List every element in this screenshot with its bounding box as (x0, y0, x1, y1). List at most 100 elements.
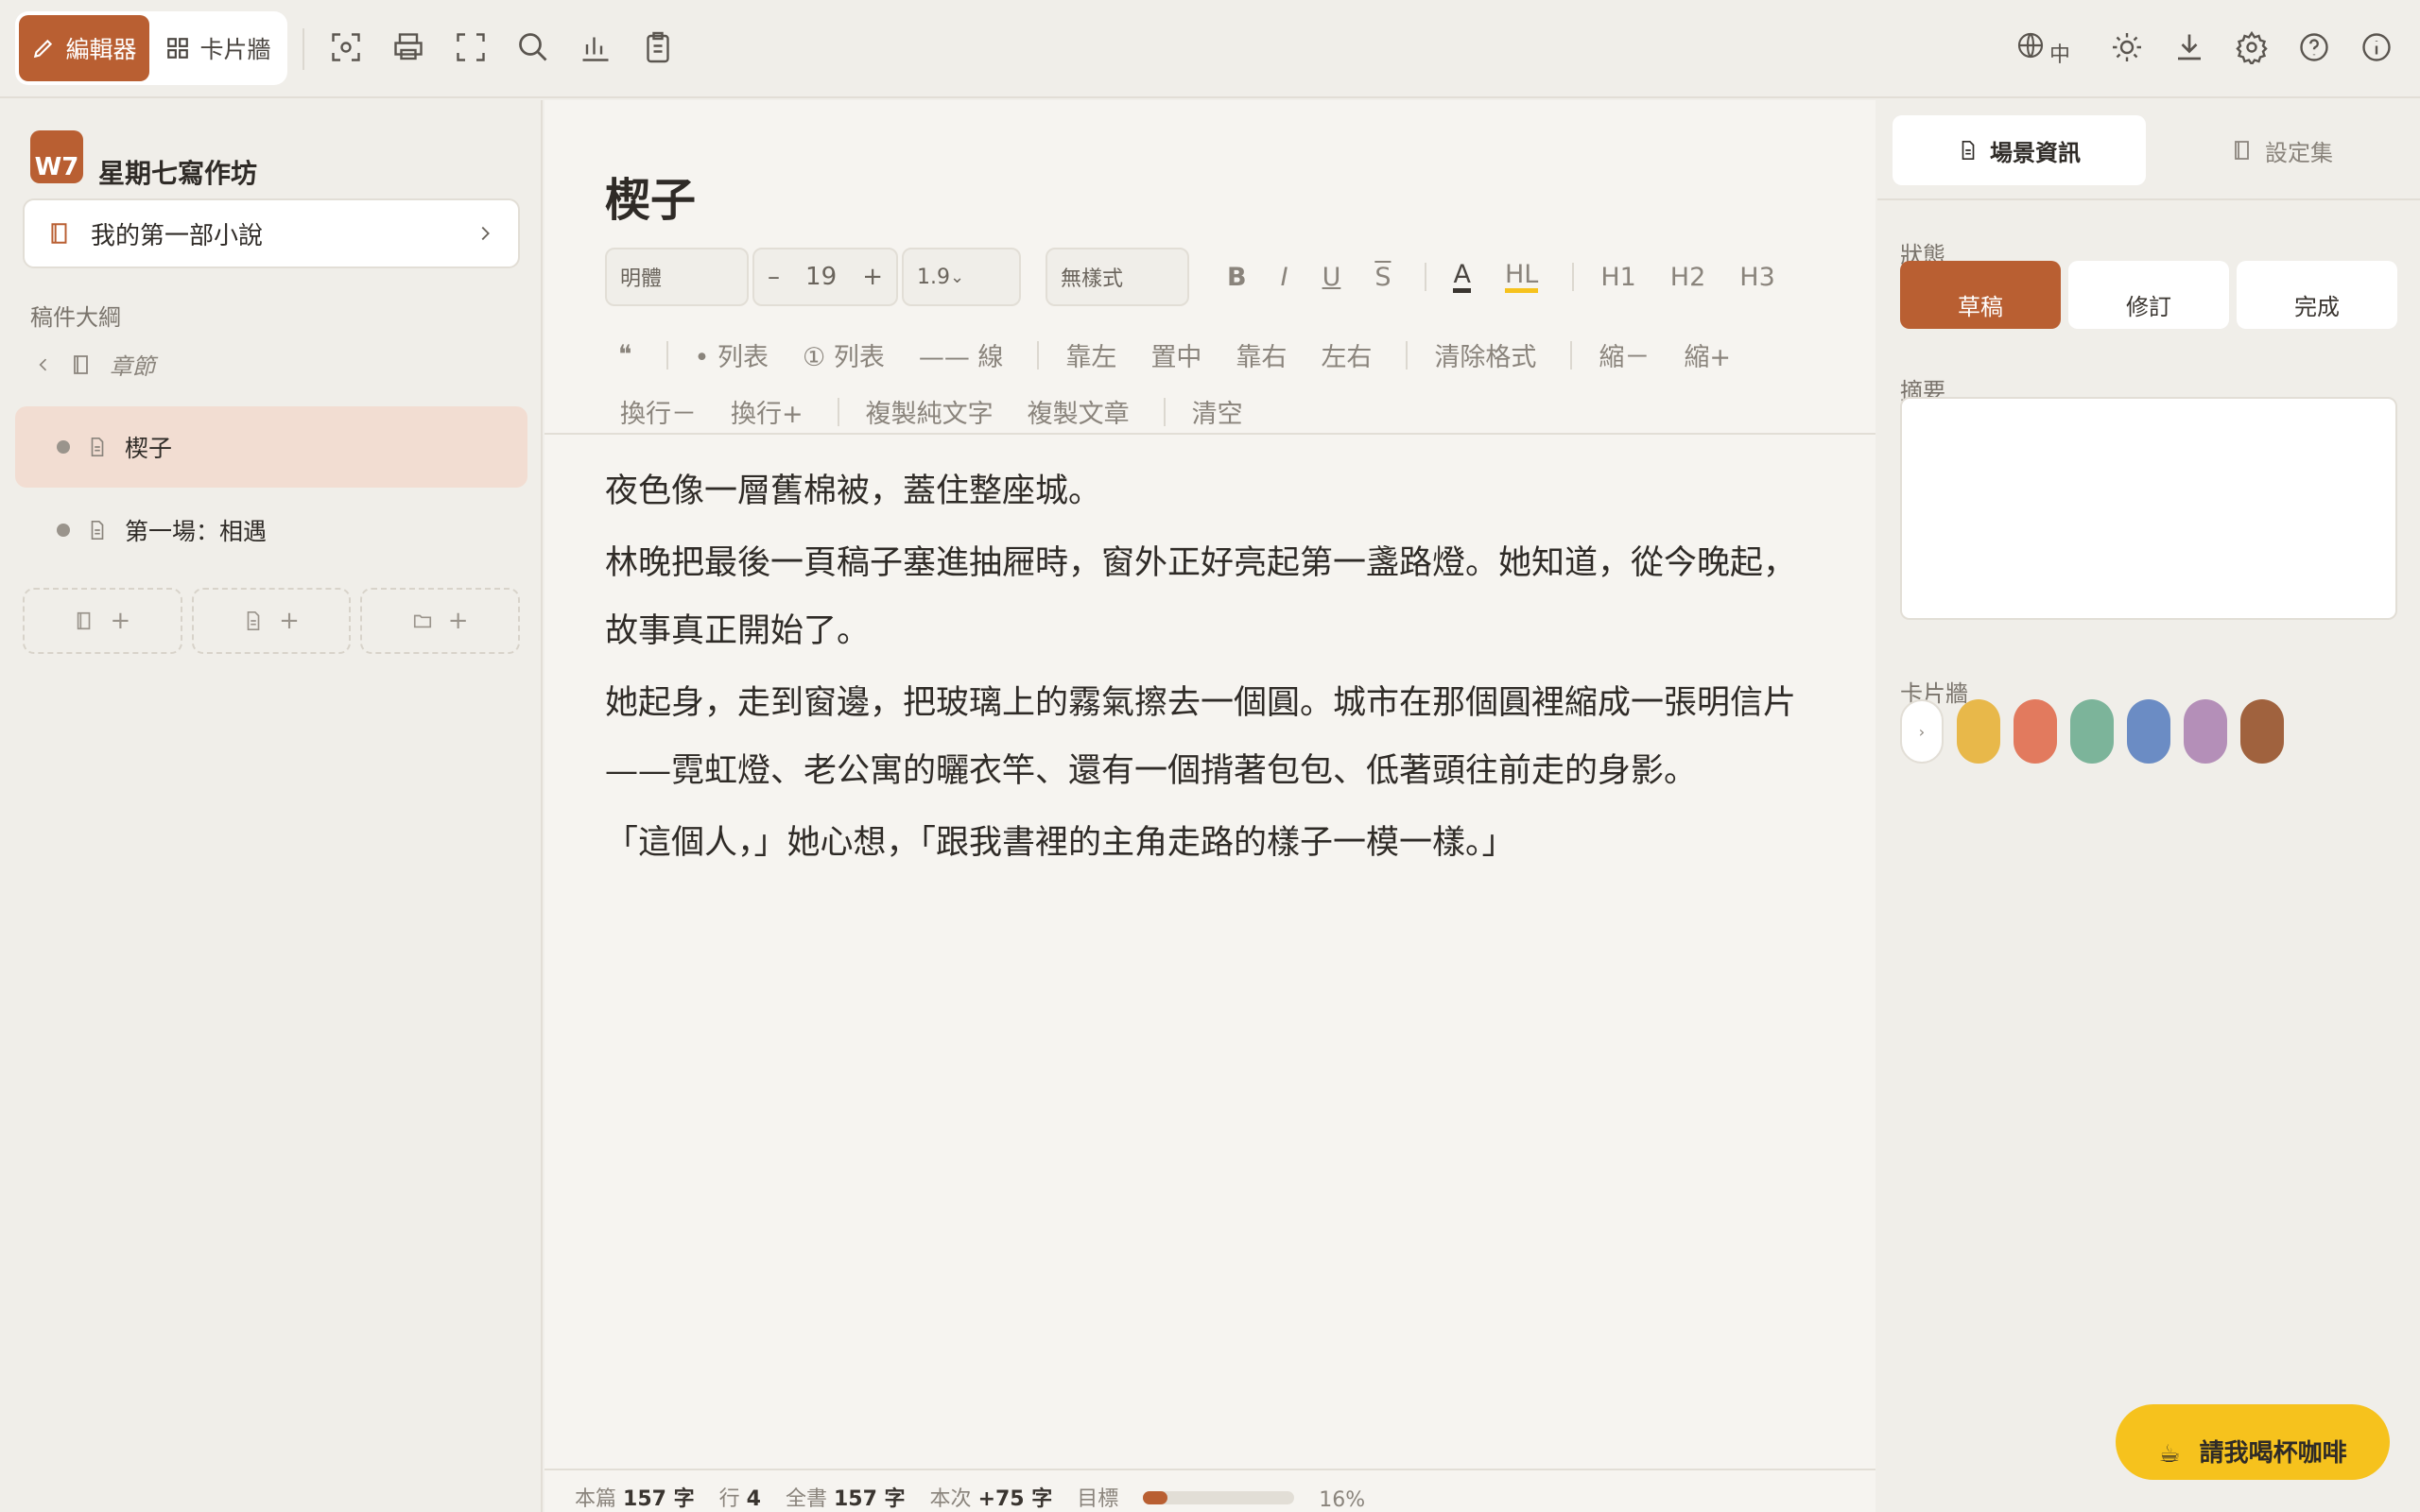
print-icon[interactable] (391, 30, 425, 64)
quote-button[interactable]: ❝ (618, 340, 632, 369)
tab-settings-collection[interactable]: 設定集 (2155, 115, 2409, 185)
book-icon (74, 354, 88, 374)
cards-mode-button[interactable]: 卡片牆 (153, 15, 284, 81)
focus-icon[interactable] (329, 30, 363, 64)
add-folder-button[interactable]: + (360, 588, 521, 654)
horizontal-line-button[interactable]: —— 線 (919, 336, 1004, 373)
scene-word-count: 本篇 157 字 (575, 1487, 695, 1511)
toolbar-border (544, 433, 1876, 435)
document-title[interactable]: 楔子 (605, 163, 696, 229)
add-chapter-button[interactable]: + (23, 588, 182, 654)
toolbar-divider (666, 340, 668, 369)
align-center-button[interactable]: 置中 (1150, 336, 1201, 373)
goal-progress-bar (1143, 1491, 1295, 1504)
scene-item-prologue[interactable]: 楔子 (15, 406, 527, 488)
editor-content[interactable]: 夜色像一層舊棉被，蓋住整座城。 林晚把最後一頁稿子塞進抽屜時，窗外正好亮起第一盞… (605, 457, 1815, 881)
color-swatch-red[interactable] (2014, 699, 2057, 764)
numbered-list-button[interactable]: ① 列表 (803, 336, 885, 373)
color-swatch-yellow[interactable] (1957, 699, 2000, 764)
mode-switch: 編輯器 卡片牆 (15, 11, 287, 85)
language-switch[interactable]: 中 (2015, 30, 2070, 67)
toolbar-divider (1425, 263, 1427, 291)
chapter-row[interactable]: 章節 (34, 348, 155, 381)
clear-all-button[interactable]: 清空 (1192, 393, 1243, 430)
sidebar: W7 星期七寫作坊 我的第一部小說 稿件大綱 章節 楔子 第一場：相遇 + + … (0, 100, 543, 1512)
scene-item-first-meeting[interactable]: 第一場：相遇 (15, 490, 527, 571)
bullet-list-button[interactable]: • 列表 (695, 336, 769, 373)
strikethrough-button[interactable]: S (1374, 263, 1391, 292)
chevron-right-icon[interactable]: › (1900, 699, 1944, 764)
summary-textarea[interactable] (1900, 397, 2397, 620)
top-bar: 編輯器 卡片牆 中 (0, 0, 2420, 98)
add-scene-button[interactable]: + (191, 588, 352, 654)
status-revision-button[interactable]: 修訂 (2068, 261, 2229, 329)
chapter-label: 章節 (110, 353, 155, 380)
book-icon (51, 223, 67, 244)
clear-format-button[interactable]: 清除格式 (1434, 336, 1536, 373)
search-icon[interactable] (516, 30, 550, 64)
toolbar-divider (1572, 263, 1575, 291)
copy-article-button[interactable]: 複製文章 (1028, 393, 1130, 430)
tab-scene-info[interactable]: 場景資訊 (1893, 115, 2146, 185)
text-color-button[interactable]: A (1453, 261, 1471, 293)
panel-tabs: 場景資訊 設定集 (1893, 115, 2409, 185)
sun-icon[interactable] (2110, 30, 2144, 64)
editor-mode-button[interactable]: 編輯器 (19, 15, 149, 81)
font-size-stepper[interactable]: – 19 + (752, 248, 898, 306)
bold-button[interactable]: B (1227, 263, 1247, 292)
plus-icon: + (447, 607, 469, 635)
highlight-button[interactable]: HL (1504, 261, 1539, 293)
italic-button[interactable]: I (1281, 263, 1288, 292)
indent-button[interactable]: 縮+ (1684, 336, 1731, 373)
underline-button[interactable]: U (1322, 263, 1341, 292)
status-dot (57, 440, 70, 454)
status-done-button[interactable]: 完成 (2237, 261, 2397, 329)
scene-label: 楔子 (125, 435, 173, 462)
color-swatch-brown[interactable] (2240, 699, 2284, 764)
format-toolbar-row-1: 明體 – 19 + 1.9 ⌄ 無樣式 B I U S A HL H1 H2 H3 (605, 248, 1809, 306)
color-swatch-purple[interactable] (2184, 699, 2227, 764)
style-select[interactable]: 無樣式 (1046, 248, 1189, 306)
buy-me-coffee-button[interactable]: ☕ 請我喝杯咖啡 (2116, 1404, 2390, 1480)
download-icon[interactable] (2172, 30, 2206, 64)
justify-button[interactable]: 左右 (1321, 336, 1372, 373)
document-icon (91, 521, 104, 540)
chevron-down-icon: ⌄ (950, 266, 965, 287)
align-right-button[interactable]: 靠右 (1236, 336, 1287, 373)
toolbar-divider (1406, 340, 1409, 369)
grid-icon (167, 38, 189, 59)
heading-2-button[interactable]: H2 (1670, 263, 1705, 292)
book-selector[interactable]: 我的第一部小說 (23, 198, 520, 268)
minus-icon[interactable]: – (768, 263, 780, 291)
less-spacing-button[interactable]: 換行－ (620, 393, 697, 430)
goal-percent: 16% (1319, 1488, 1366, 1512)
clipboard-icon[interactable] (641, 30, 675, 64)
stats-icon[interactable] (579, 30, 613, 64)
color-swatch-blue[interactable] (2127, 699, 2170, 764)
status-draft-button[interactable]: 草稿 (1900, 261, 2061, 329)
fullscreen-icon[interactable] (454, 30, 488, 64)
coffee-icon: ☕ (2158, 1440, 2181, 1469)
copy-plain-text-button[interactable]: 複製純文字 (866, 393, 994, 430)
chevron-left-icon (39, 358, 47, 370)
paragraph: 她起身，走到窗邊，把玻璃上的霧氣擦去一個圓。城市在那個圓裡縮成一張明信片——霓虹… (605, 684, 1797, 790)
outdent-button[interactable]: 縮－ (1599, 336, 1650, 373)
font-select[interactable]: 明體 (605, 248, 749, 306)
book-title: 我的第一部小說 (91, 221, 264, 250)
app-name: 星期七寫作坊 (98, 158, 258, 189)
paragraph: 夜色像一層舊棉被，蓋住整座城。 (605, 472, 1102, 510)
color-swatch-green[interactable] (2070, 699, 2114, 764)
info-icon[interactable] (2360, 30, 2394, 64)
format-toolbar-row-3: 換行－ 換行+ 複製純文字 複製文章 清空 (620, 393, 1277, 430)
plus-icon[interactable]: + (862, 263, 883, 291)
plus-icon: + (110, 607, 131, 635)
paragraph: 林晚把最後一頁稿子塞進抽屜時，窗外正好亮起第一盞路燈。她知道，從今晚起，故事真正… (605, 544, 1797, 650)
line-height-select[interactable]: 1.9 ⌄ (902, 248, 1021, 306)
heading-1-button[interactable]: H1 (1600, 263, 1635, 292)
help-icon[interactable] (2297, 30, 2331, 64)
more-spacing-button[interactable]: 換行+ (731, 393, 804, 430)
heading-3-button[interactable]: H3 (1739, 263, 1774, 292)
gear-icon[interactable] (2235, 30, 2269, 67)
align-left-button[interactable]: 靠左 (1065, 336, 1116, 373)
editor-area: 楔子 明體 – 19 + 1.9 ⌄ 無樣式 B I U S A HL H1 H2… (544, 100, 1876, 1512)
